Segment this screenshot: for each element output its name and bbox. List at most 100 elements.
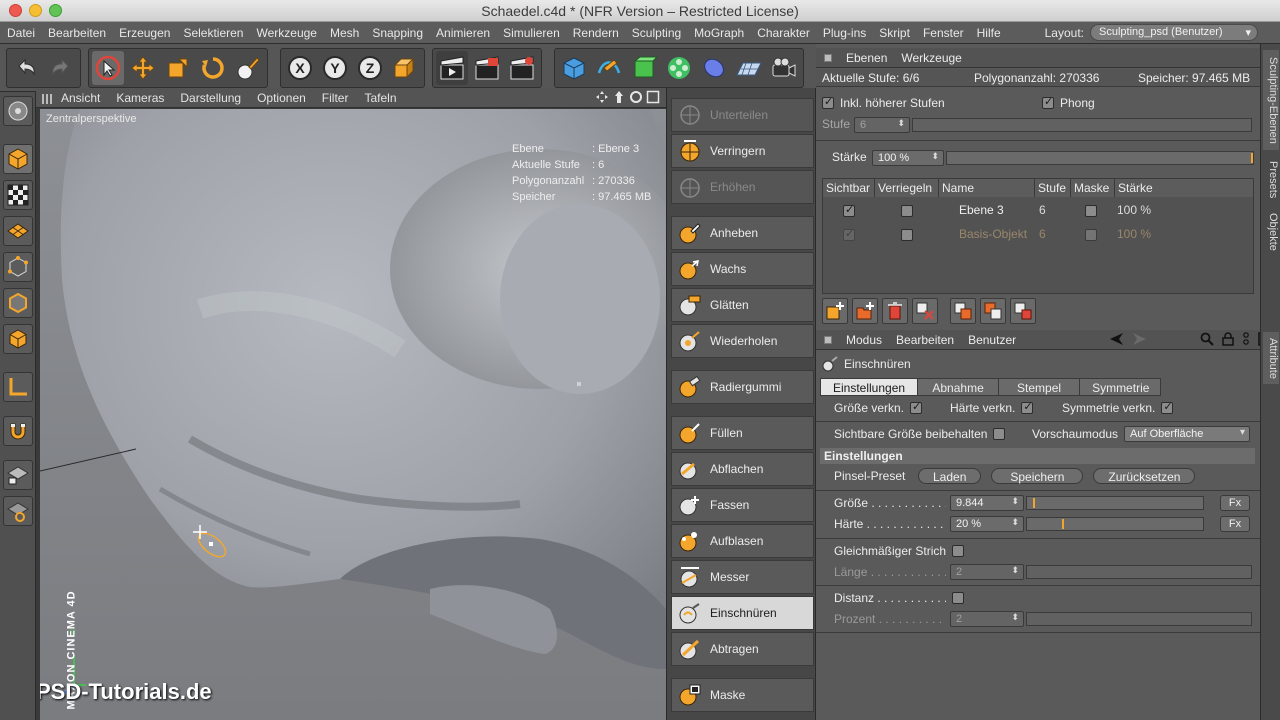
planar-workplane-button[interactable] — [3, 496, 33, 526]
menu-snapping[interactable]: Snapping — [365, 22, 429, 40]
attr-menu-benutzer[interactable]: Benutzer — [968, 333, 1016, 347]
polygons-mode-button[interactable] — [3, 324, 33, 354]
lock-checkbox[interactable] — [901, 204, 913, 217]
render-picture-viewer-button[interactable] — [471, 51, 503, 85]
clear-layer-button[interactable] — [912, 298, 938, 324]
menu-simulieren[interactable]: Simulieren — [496, 22, 566, 40]
brush-messer[interactable]: Messer — [671, 560, 814, 594]
scale-button[interactable] — [162, 51, 194, 85]
brush-unterteilen[interactable]: Unterteilen — [671, 98, 814, 132]
add-folder-button[interactable] — [852, 298, 878, 324]
attr-menu-modus[interactable]: Modus — [846, 333, 882, 347]
tab-ebenen[interactable]: Ebenen — [846, 51, 887, 65]
add-layer-button[interactable] — [822, 298, 848, 324]
delete-layer-button[interactable] — [882, 298, 908, 324]
side-tab-sculpting-ebenen[interactable]: Sculpting-Ebenen — [1263, 50, 1279, 150]
camera-button[interactable] — [768, 51, 800, 85]
menu-mograph[interactable]: MoGraph — [687, 22, 750, 40]
zoom-view-icon[interactable] — [612, 90, 626, 104]
layer-row[interactable]: Ebene 3 6 100 % — [823, 199, 1253, 221]
incl-higher-checkbox[interactable] — [822, 95, 834, 109]
percent-slider[interactable] — [1026, 612, 1252, 626]
side-tab-attribute[interactable]: Attribute — [1263, 332, 1279, 384]
edges-mode-button[interactable] — [3, 288, 33, 318]
hardness-fx-button[interactable]: Fx — [1220, 516, 1250, 532]
hardness-field[interactable]: 20 % ⬍ — [950, 516, 1024, 532]
menu-rendern[interactable]: Rendern — [566, 22, 625, 40]
brush-radiergummi[interactable]: Radiergummi — [671, 370, 814, 404]
viewport-menu-optionen[interactable]: Optionen — [248, 88, 313, 105]
mask-checkbox[interactable] — [1085, 228, 1097, 241]
menu-animieren[interactable]: Animieren — [429, 22, 496, 40]
attr-menu-bearbeiten[interactable]: Bearbeiten — [896, 333, 954, 347]
generator-button[interactable] — [628, 51, 660, 85]
redo-button[interactable] — [45, 51, 77, 85]
deformer-button[interactable] — [698, 51, 730, 85]
side-tab-objekte[interactable]: Objekte — [1263, 208, 1279, 256]
phong-checkbox[interactable] — [1042, 95, 1054, 109]
preset-reset-button[interactable]: Zurücksetzen — [1093, 468, 1196, 484]
link-size-checkbox[interactable] — [910, 400, 923, 414]
menu-sculpting[interactable]: Sculpting — [625, 22, 687, 40]
x-axis-button[interactable]: X — [284, 51, 316, 85]
workplane-lock-button[interactable] — [3, 460, 33, 490]
size-fx-button[interactable]: Fx — [1220, 495, 1250, 511]
preset-save-button[interactable]: Speichern — [991, 468, 1084, 484]
keep-size-checkbox[interactable] — [993, 428, 1006, 440]
viewport-menu-filter[interactable]: Filter — [313, 88, 356, 105]
preset-load-button[interactable]: Laden — [918, 468, 982, 484]
brush-glaetten[interactable]: Glätten — [671, 288, 814, 322]
stufe-field[interactable]: 6 ⬍ — [854, 117, 910, 133]
size-slider[interactable] — [1026, 496, 1204, 510]
link-symmetry-checkbox[interactable] — [1161, 400, 1174, 414]
copy-layer-button[interactable] — [950, 298, 976, 324]
brush-fuellen[interactable]: Füllen — [671, 416, 814, 450]
brush-verringern[interactable]: Verringern — [671, 134, 814, 168]
brush-wiederholen[interactable]: Wiederholen — [671, 324, 814, 358]
cube-object-button[interactable] — [558, 51, 590, 85]
lock-checkbox[interactable] — [901, 228, 913, 241]
mask-checkbox[interactable] — [1085, 204, 1097, 217]
brush-anheben[interactable]: Anheben — [671, 216, 814, 250]
menu-erzeugen[interactable]: Erzeugen — [112, 22, 176, 40]
z-axis-button[interactable]: Z — [354, 51, 386, 85]
coordinate-system-button[interactable] — [389, 51, 421, 85]
menu-selektieren[interactable]: Selektieren — [176, 22, 249, 40]
move-button[interactable] — [127, 51, 159, 85]
menu-datei[interactable]: Datei — [0, 22, 41, 40]
brush-maske[interactable]: Maske — [671, 678, 814, 712]
axis-mode-button[interactable] — [3, 372, 33, 402]
length-field[interactable]: 2 ⬍ — [950, 564, 1024, 580]
menu-plugins[interactable]: Plug-ins — [816, 22, 872, 40]
brush-fassen[interactable]: Fassen — [671, 488, 814, 522]
layout-select[interactable]: Sculpting_psd (Benutzer) ▾ — [1090, 24, 1258, 41]
scene-floor-button[interactable] — [733, 51, 765, 85]
side-tab-presets[interactable]: Presets — [1263, 158, 1279, 202]
paste-layer-button[interactable] — [980, 298, 1006, 324]
rotate-button[interactable] — [197, 51, 229, 85]
menu-werkzeuge[interactable]: Werkzeuge — [249, 22, 322, 40]
tab-abnahme[interactable]: Abnahme — [917, 378, 1000, 396]
visible-checkbox[interactable] — [843, 227, 855, 241]
live-selection-button[interactable] — [92, 51, 124, 85]
length-slider[interactable] — [1026, 565, 1252, 579]
back-arrow-icon[interactable] — [1108, 332, 1124, 346]
menu-charakter[interactable]: Charakter — [750, 22, 816, 40]
distance-checkbox[interactable] — [952, 592, 964, 604]
visible-checkbox[interactable] — [843, 203, 855, 217]
model-mode-button[interactable] — [3, 144, 33, 174]
maximize-view-icon[interactable] — [646, 90, 660, 104]
tab-einstellungen[interactable]: Einstellungen — [820, 378, 919, 396]
3d-viewport[interactable]: Zentralperspektive Ebene: Ebene 3 Aktuel… — [40, 109, 666, 720]
layer-row[interactable]: Basis-Objekt 6 100 % — [823, 223, 1253, 245]
slider-handle[interactable] — [1062, 519, 1064, 529]
sculpt-brush-tool-button[interactable] — [232, 51, 264, 85]
render-view-button[interactable] — [436, 51, 468, 85]
rotate-view-icon[interactable] — [629, 90, 643, 104]
hardness-slider[interactable] — [1026, 517, 1204, 531]
mograph-cloner-button[interactable] — [663, 51, 695, 85]
pan-view-icon[interactable] — [595, 90, 609, 104]
link-hardness-checkbox[interactable] — [1021, 400, 1034, 414]
viewport-menu-ansicht[interactable]: Ansicht — [52, 88, 107, 105]
slider-handle[interactable] — [1033, 498, 1035, 508]
